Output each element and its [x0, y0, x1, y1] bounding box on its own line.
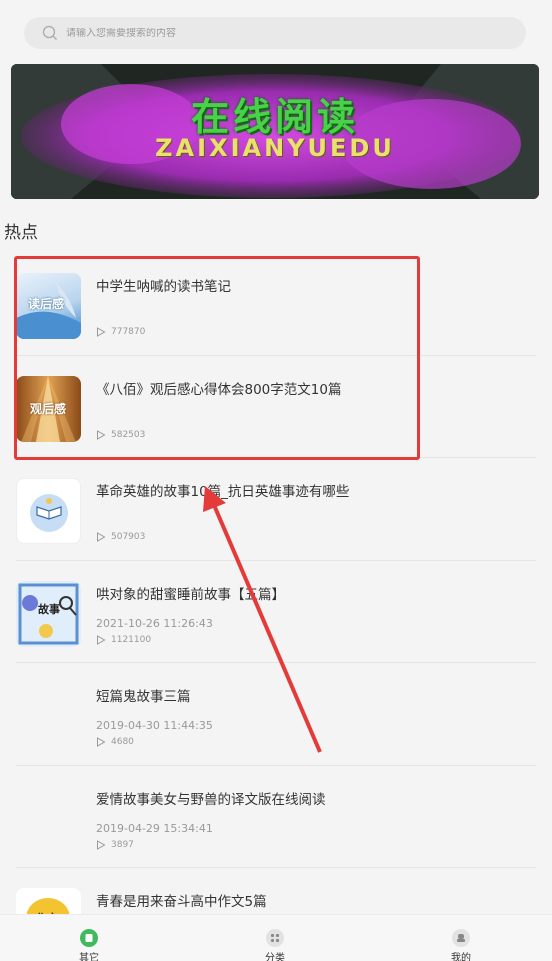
profile-icon	[452, 929, 470, 947]
thumbnail: 故事	[16, 580, 81, 647]
play-icon	[97, 634, 106, 645]
article-list: 读后感 中学生呐喊的读书笔记 777870 观后感 《八佰》观后感心得体会800…	[0, 253, 552, 961]
view-count: 4680	[96, 737, 134, 747]
thumbnail-text: 故事	[38, 602, 60, 616]
search-bar[interactable]	[24, 17, 526, 49]
play-icon	[97, 532, 106, 542]
list-item[interactable]: 革命英雄的故事10篇_抗日英雄事迹有哪些 507903	[16, 458, 536, 561]
view-count-value: 4680	[111, 737, 134, 747]
search-input[interactable]	[66, 27, 466, 39]
list-item[interactable]: 读后感 中学生呐喊的读书笔记 777870	[16, 253, 536, 356]
banner-title-cn: 在线阅读	[190, 95, 359, 139]
tab-other[interactable]: 其它	[49, 929, 129, 961]
play-icon	[97, 327, 106, 337]
item-date: 2021-10-26 11:26:43	[96, 616, 213, 630]
item-title: 革命英雄的故事10篇_抗日英雄事迹有哪些	[96, 484, 350, 500]
list-item[interactable]: 观后感 《八佰》观后感心得体会800字范文10篇 582503	[16, 356, 536, 458]
tab-profile[interactable]: 我的	[421, 929, 501, 961]
item-title: 青春是用来奋斗高中作文5篇	[96, 894, 267, 910]
home-icon	[80, 929, 98, 947]
item-date: 2019-04-30 11:44:35	[96, 719, 213, 732]
view-count-value: 3897	[111, 839, 134, 850]
view-count: 582503	[96, 430, 145, 440]
view-count-value: 777870	[111, 327, 146, 337]
thumbnail-text: 读后感	[28, 297, 65, 311]
grid-icon	[266, 929, 284, 947]
view-count: 507903	[96, 532, 145, 542]
view-count: 777870	[96, 327, 145, 337]
thumbnail: 观后感	[16, 375, 81, 442]
view-count: 1121100	[96, 635, 151, 645]
view-count-value: 582503	[111, 429, 146, 440]
item-date: 2019-04-29 15:34:41	[96, 821, 213, 835]
tab-label: 我的	[451, 953, 471, 961]
tab-label: 其它	[79, 953, 99, 961]
list-item[interactable]: 故事 哄对象的甜蜜睡前故事【五篇】 2021-10-26 11:26:43 11…	[16, 561, 536, 663]
thumbnail	[16, 478, 81, 544]
banner-carousel[interactable]: 在线阅读 ZAIXIANYUEDU	[11, 64, 539, 199]
search-icon	[42, 25, 57, 40]
item-title: 哄对象的甜蜜睡前故事【五篇】	[96, 586, 285, 603]
item-title: 中学生呐喊的读书笔记	[96, 279, 231, 295]
play-icon	[97, 737, 106, 747]
banner-title-en: ZAIXIANYUEDU	[155, 134, 395, 162]
item-title: 《八佰》观后感心得体会800字范文10篇	[96, 381, 342, 398]
list-item[interactable]: 爱情故事美女与野兽的译文版在线阅读 2019-04-29 15:34:41 38…	[16, 766, 536, 868]
view-count-value: 507903	[111, 532, 146, 542]
list-item[interactable]: 短篇鬼故事三篇 2019-04-30 11:44:35 4680	[16, 663, 536, 766]
bottom-tab-bar: 其它 分类 我的	[0, 914, 552, 961]
item-title: 短篇鬼故事三篇	[96, 689, 191, 705]
tab-category[interactable]: 分类	[235, 929, 315, 961]
thumbnail-text: 观后感	[30, 401, 67, 416]
app-page: 在线阅读 ZAIXIANYUEDU 热点 读后感 中学生呐喊的读书笔记 7778…	[0, 0, 552, 961]
book-icon	[30, 494, 68, 532]
view-count-value: 1121100	[111, 634, 152, 645]
section-title-hot: 热点	[4, 223, 38, 243]
tab-label: 分类	[265, 953, 285, 961]
play-icon	[97, 839, 106, 850]
item-title: 爱情故事美女与野兽的译文版在线阅读	[96, 791, 326, 808]
thumbnail: 读后感	[16, 273, 81, 339]
view-count: 3897	[96, 840, 134, 850]
play-icon	[97, 429, 106, 440]
